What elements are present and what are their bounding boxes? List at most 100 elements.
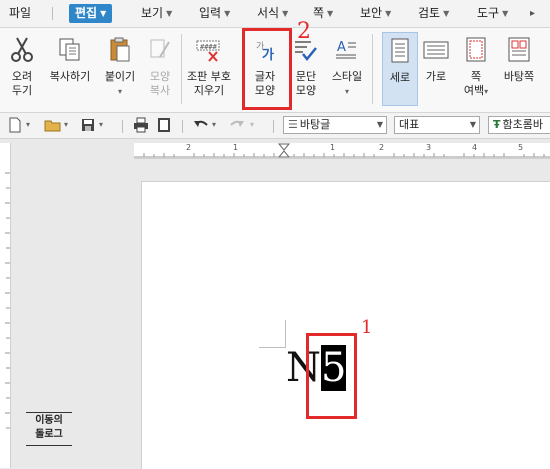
chevron-down-icon: ▼ (443, 9, 450, 18)
standard-toolbar: ▾ ▾ ▾ ▾ ▾ ☰ 바탕글 ▼ 대표 ▼ Ŧ 함초롬바 (0, 113, 550, 139)
ruler-tick-label: 5 (518, 143, 524, 152)
horizontal-ruler[interactable]: 2 1 1 2 3 4 5 (134, 143, 550, 159)
ruler-ticks (134, 143, 550, 158)
menu-page[interactable]: 쪽 ▼ (313, 0, 333, 27)
chevron-down-icon[interactable]: ▾ (64, 116, 68, 134)
chevron-down-icon[interactable]: ▾ (212, 116, 216, 134)
paste-label: 붙이기 ▾ (104, 70, 136, 96)
chevron-down-icon: ▼ (327, 9, 334, 18)
font-type-icon: Ŧ (493, 118, 501, 131)
format-painter-icon (150, 39, 170, 58)
language-select[interactable]: 대표 ▼ (394, 116, 480, 134)
menu-view[interactable]: 보기 ▼ (141, 0, 172, 27)
copy-button[interactable]: 복사하기 (42, 28, 98, 112)
style-select-value: 바탕글 (299, 118, 331, 131)
chevron-down-icon: ▼ (100, 9, 107, 18)
page-margin-button[interactable]: 쪽 여백▾ (455, 28, 497, 112)
paragraph-style-icon: ☰ (288, 118, 298, 131)
horizontal-orientation-button[interactable]: 가로 (418, 28, 454, 112)
clear-markup-icon: #### (196, 40, 220, 62)
style-icon: A (336, 40, 356, 59)
page-margin-icon (466, 37, 486, 62)
ruler-tick-label: 1 (233, 143, 239, 152)
ribbon-separator (372, 34, 373, 104)
chevron-down-icon[interactable]: ▾ (250, 116, 254, 134)
menu-insert[interactable]: 입력 ▼ (199, 0, 230, 27)
toolbar-separator (273, 120, 274, 133)
move-tag-line1: 이동의 (35, 415, 63, 426)
toolbar-separator (182, 120, 183, 133)
undo-icon[interactable] (192, 116, 210, 134)
chevron-down-icon: ▼ (224, 9, 231, 18)
open-folder-icon[interactable] (44, 116, 62, 134)
page-margin-label: 쪽 여백▾ (463, 70, 489, 97)
ruler-tick-label: 2 (379, 143, 385, 152)
vertical-ruler[interactable] (0, 143, 11, 468)
more-menu-icon[interactable]: ▸ (530, 0, 535, 27)
menu-bar: 파일 편집 ▼ 보기 ▼ 입력 ▼ 서식 ▼ 쪽 ▼ 보안 ▼ 검토 ▼ 도구 ▼ ▸ (0, 0, 550, 28)
scissors-icon (11, 37, 33, 62)
save-icon[interactable] (80, 116, 96, 134)
landscape-page-icon (423, 41, 449, 59)
chevron-down-icon: ▼ (385, 9, 392, 18)
page-background-button[interactable]: 바탕쪽 (497, 28, 541, 112)
document-page[interactable] (141, 181, 550, 469)
crop-mark (259, 347, 286, 348)
format-copy-button[interactable]: 모양 복사 (141, 28, 179, 112)
print-preview-icon[interactable] (156, 116, 172, 134)
horizontal-label: 가로 (425, 70, 447, 83)
menu-format[interactable]: 서식 ▼ (257, 0, 288, 27)
font-select-value: 함초롬바 (502, 118, 543, 131)
annotation-box-selection (306, 333, 357, 419)
toolbar-separator (122, 120, 123, 133)
language-select-value: 대표 (399, 118, 420, 131)
para-shape-label: 문단 모양 (295, 70, 317, 97)
clipboard-icon (110, 37, 130, 62)
paste-button[interactable]: 붙이기 ▾ (99, 28, 141, 112)
annotation-step-1: 1 (361, 317, 373, 338)
annotation-box-char-shape (242, 28, 292, 110)
redo-icon[interactable] (228, 116, 246, 134)
menu-tools[interactable]: 도구 ▼ (477, 0, 508, 27)
ruler-tick-label: 1 (330, 143, 336, 152)
chevron-down-icon[interactable]: ▾ (26, 116, 30, 134)
page-background-label: 바탕쪽 (503, 70, 535, 83)
menu-review[interactable]: 검토 ▼ (418, 0, 449, 27)
menu-separator (52, 7, 53, 20)
ruler-tick-label: 4 (472, 143, 478, 152)
style-letter: A (337, 40, 346, 55)
menu-edit[interactable]: 편집 ▼ (69, 4, 113, 23)
copy-icon (59, 38, 80, 61)
crop-mark (285, 320, 286, 347)
menu-security[interactable]: 보안 ▼ (360, 0, 391, 27)
new-document-icon[interactable] (8, 116, 22, 134)
page-background-icon (508, 37, 530, 62)
clear-markup-button[interactable]: #### 조판 부호 지우기 (182, 28, 236, 112)
style-button[interactable]: A 스타일 ▾ (325, 28, 369, 112)
portrait-page-icon (391, 38, 409, 63)
chevron-down-icon: ▼ (469, 120, 476, 129)
chevron-down-icon: ▼ (166, 9, 173, 18)
ruler-ticks (5, 172, 10, 429)
svg-text:####: #### (200, 43, 218, 51)
font-select[interactable]: Ŧ 함초롬바 (488, 116, 550, 134)
cut-button[interactable]: 오려 두기 (2, 28, 42, 112)
ruler-tick-label: 2 (186, 143, 192, 152)
move-tag-line2: 돌로그 (35, 429, 63, 440)
move-tag[interactable]: 이동의 돌로그 (22, 410, 76, 450)
vertical-label: 세로 (389, 71, 411, 84)
move-tag-line (26, 412, 72, 413)
chevron-down-icon[interactable]: ▾ (99, 116, 103, 134)
style-label: 스타일 ▾ (331, 70, 363, 96)
ruler-tick-label: 3 (426, 143, 432, 152)
print-icon[interactable] (133, 116, 149, 134)
style-select[interactable]: ☰ 바탕글 ▼ (283, 116, 387, 134)
chevron-down-icon: ▼ (282, 9, 289, 18)
chevron-down-icon: ▼ (376, 120, 383, 129)
vertical-orientation-button[interactable]: 세로 (382, 32, 418, 106)
move-tag-line (26, 445, 72, 446)
copy-label: 복사하기 (49, 70, 91, 83)
cut-label: 오려 두기 (11, 70, 33, 97)
annotation-step-2: 2 (297, 19, 311, 44)
menu-file[interactable]: 파일 (9, 0, 31, 27)
